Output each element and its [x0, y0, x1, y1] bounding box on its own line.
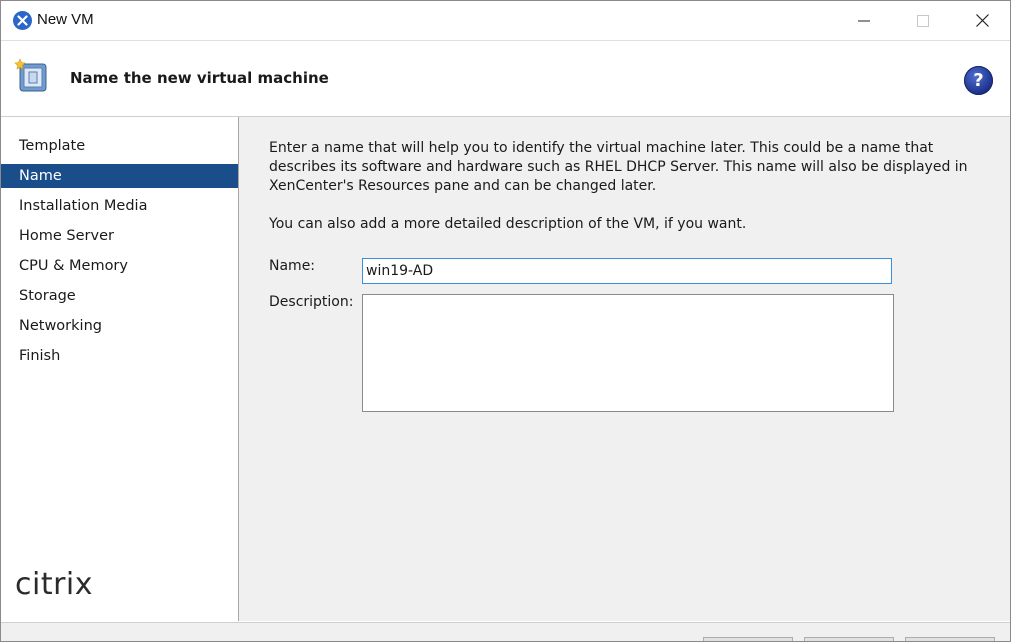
wizard-footer: [1, 622, 1010, 641]
cancel-button[interactable]: [905, 637, 995, 641]
previous-button[interactable]: [703, 637, 793, 641]
minimize-icon: [858, 20, 870, 21]
sidebar-item-networking[interactable]: Networking: [1, 314, 238, 338]
wizard-step-list: Template Name Installation Media Home Serve…: [1, 134, 238, 374]
name-label: Name:: [269, 258, 316, 274]
help-icon[interactable]: ?: [964, 66, 993, 95]
vm-name-input[interactable]: [362, 258, 892, 284]
next-button[interactable]: [804, 637, 894, 641]
description-label: Description:: [269, 294, 354, 310]
sidebar-item-finish[interactable]: Finish: [1, 344, 238, 368]
wizard-header: Name the new virtual machine ?: [1, 41, 1010, 117]
sidebar-item-storage[interactable]: Storage: [1, 284, 238, 308]
new-vm-window: New VM Name the new virtual machine ? Te…: [0, 0, 1011, 642]
window-title: New VM: [37, 11, 94, 28]
sidebar-item-home-server[interactable]: Home Server: [1, 224, 238, 248]
description-hint-text: You can also add a more detailed descrip…: [269, 216, 747, 232]
minimize-button[interactable]: [841, 1, 887, 40]
wizard-steps-sidebar: Template Name Installation Media Home Serve…: [1, 117, 239, 621]
citrix-logo: citrix: [15, 567, 94, 602]
sidebar-item-template[interactable]: Template: [1, 134, 238, 158]
sidebar-item-installation-media[interactable]: Installation Media: [1, 194, 238, 218]
xencenter-app-icon: [13, 11, 32, 30]
close-button[interactable]: [959, 1, 1005, 40]
intro-text: Enter a name that will help you to ident…: [269, 140, 968, 194]
new-vm-wizard-icon: [14, 58, 47, 92]
maximize-button[interactable]: [900, 1, 946, 40]
sidebar-item-cpu-memory[interactable]: CPU & Memory: [1, 254, 238, 278]
title-bar[interactable]: New VM: [1, 1, 1010, 41]
sidebar-item-name[interactable]: Name: [1, 164, 238, 188]
page-title: Name the new virtual machine: [70, 69, 329, 87]
close-icon: [975, 14, 989, 27]
wizard-content: Enter a name that will help you to ident…: [239, 117, 1010, 621]
maximize-icon: [917, 14, 929, 27]
vm-description-textarea[interactable]: [362, 294, 894, 412]
